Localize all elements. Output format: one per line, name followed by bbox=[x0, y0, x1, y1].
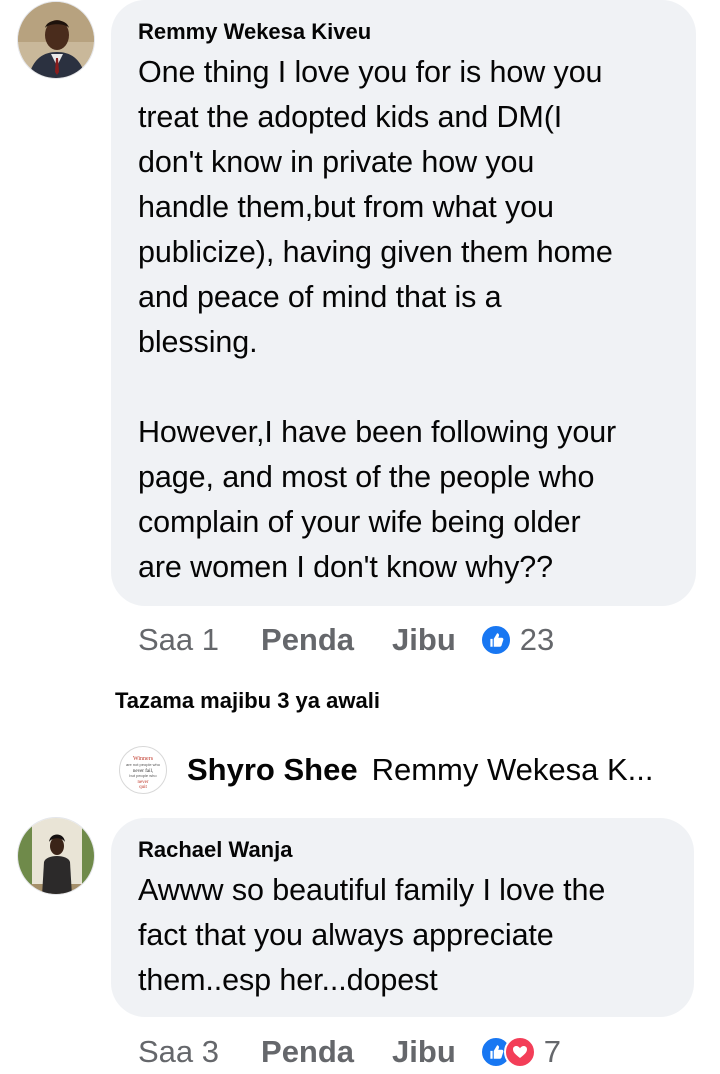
like-button[interactable]: Penda bbox=[261, 1034, 354, 1070]
comment-author[interactable]: Remmy Wekesa Kiveu bbox=[138, 18, 670, 46]
comment-timestamp[interactable]: Saa 1 bbox=[138, 622, 219, 658]
like-icon bbox=[479, 624, 512, 656]
reactions-summary[interactable] bbox=[479, 624, 512, 656]
reactions-summary[interactable] bbox=[479, 1036, 536, 1068]
avatar-photo bbox=[18, 818, 94, 894]
reaction-count[interactable]: 23 bbox=[520, 622, 554, 658]
comment-timestamp[interactable]: Saa 3 bbox=[138, 1034, 219, 1070]
avatar-rachael[interactable] bbox=[17, 817, 95, 895]
svg-text:quit: quit bbox=[139, 785, 147, 790]
avatar-remmy[interactable] bbox=[17, 1, 95, 79]
comment-bubble: Remmy Wekesa Kiveu One thing I love you … bbox=[111, 0, 696, 606]
reaction-count[interactable]: 7 bbox=[544, 1034, 561, 1070]
comment-actions: Saa 1 Penda Jibu 23 bbox=[138, 618, 554, 662]
reply-button[interactable]: Jibu bbox=[392, 1034, 456, 1070]
comment-actions: Saa 3 Penda Jibu 7 bbox=[138, 1030, 561, 1074]
comment-text: Awww so beautiful family I love the fact… bbox=[138, 873, 606, 997]
comment-text: One thing I love you for is how you trea… bbox=[138, 55, 617, 584]
svg-text:are not people who: are not people who bbox=[126, 762, 161, 767]
love-icon bbox=[503, 1036, 536, 1068]
quote-avatar-image: Winners are not people who never fail, b… bbox=[121, 748, 165, 792]
reply-avatar[interactable]: Winners are not people who never fail, b… bbox=[119, 746, 167, 794]
view-previous-replies-link[interactable]: Tazama majibu 3 ya awali bbox=[115, 688, 380, 714]
reply-preview-text[interactable]: Remmy Wekesa K... bbox=[372, 752, 654, 788]
comment-author[interactable]: Rachael Wanja bbox=[138, 836, 668, 864]
reply-preview-row[interactable]: Winners are not people who never fail, b… bbox=[119, 745, 689, 795]
svg-text:but people who: but people who bbox=[129, 773, 157, 778]
avatar-photo bbox=[18, 2, 94, 78]
reply-button[interactable]: Jibu bbox=[392, 622, 456, 658]
comment-bubble: Rachael Wanja Awww so beautiful family I… bbox=[111, 818, 694, 1017]
like-button[interactable]: Penda bbox=[261, 622, 354, 658]
reply-author[interactable]: Shyro Shee bbox=[187, 752, 358, 788]
